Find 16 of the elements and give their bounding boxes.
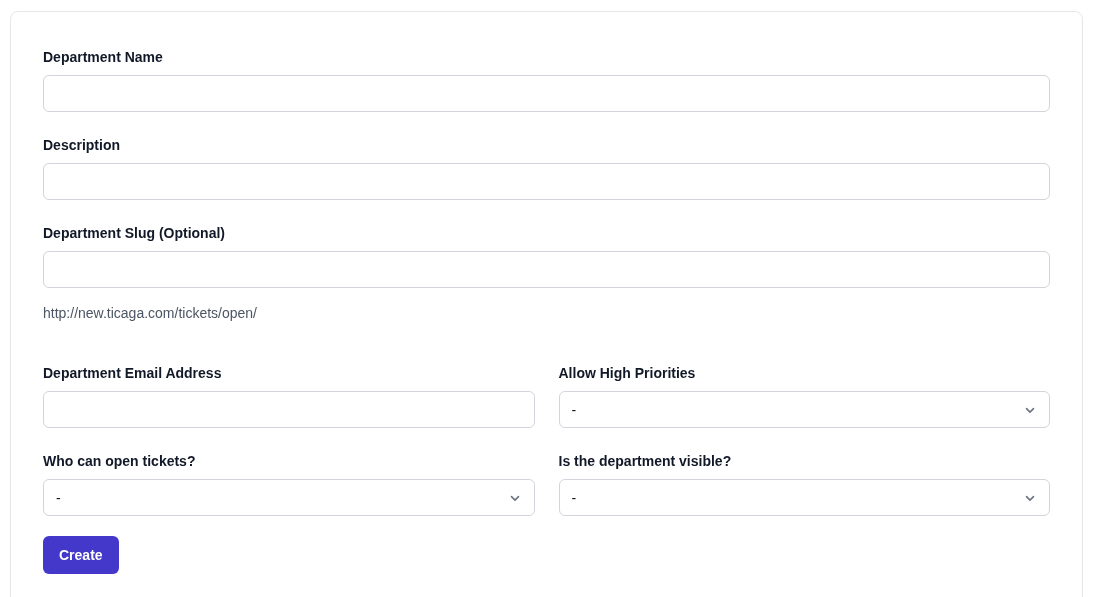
- field-label: Department Slug (Optional): [43, 224, 225, 243]
- input-field[interactable]: [43, 251, 1050, 288]
- create-button[interactable]: Create: [43, 536, 119, 574]
- field-label: Is the department visible?: [558, 452, 732, 471]
- field-label: Who can open tickets?: [43, 452, 196, 471]
- input-field[interactable]: [43, 163, 1050, 200]
- field-label: Department Email Address: [43, 364, 222, 383]
- input-field[interactable]: [43, 75, 1050, 112]
- help-text: http://new.ticaga.com/tickets/open/: [43, 304, 257, 323]
- select-field[interactable]: -: [43, 479, 535, 516]
- input-field[interactable]: [43, 391, 535, 428]
- select-field[interactable]: -: [558, 391, 1050, 428]
- select-field[interactable]: -: [558, 479, 1050, 516]
- field-label: Description: [43, 136, 120, 155]
- field-label: Allow High Priorities: [558, 364, 696, 383]
- field-label: Department Name: [43, 48, 163, 67]
